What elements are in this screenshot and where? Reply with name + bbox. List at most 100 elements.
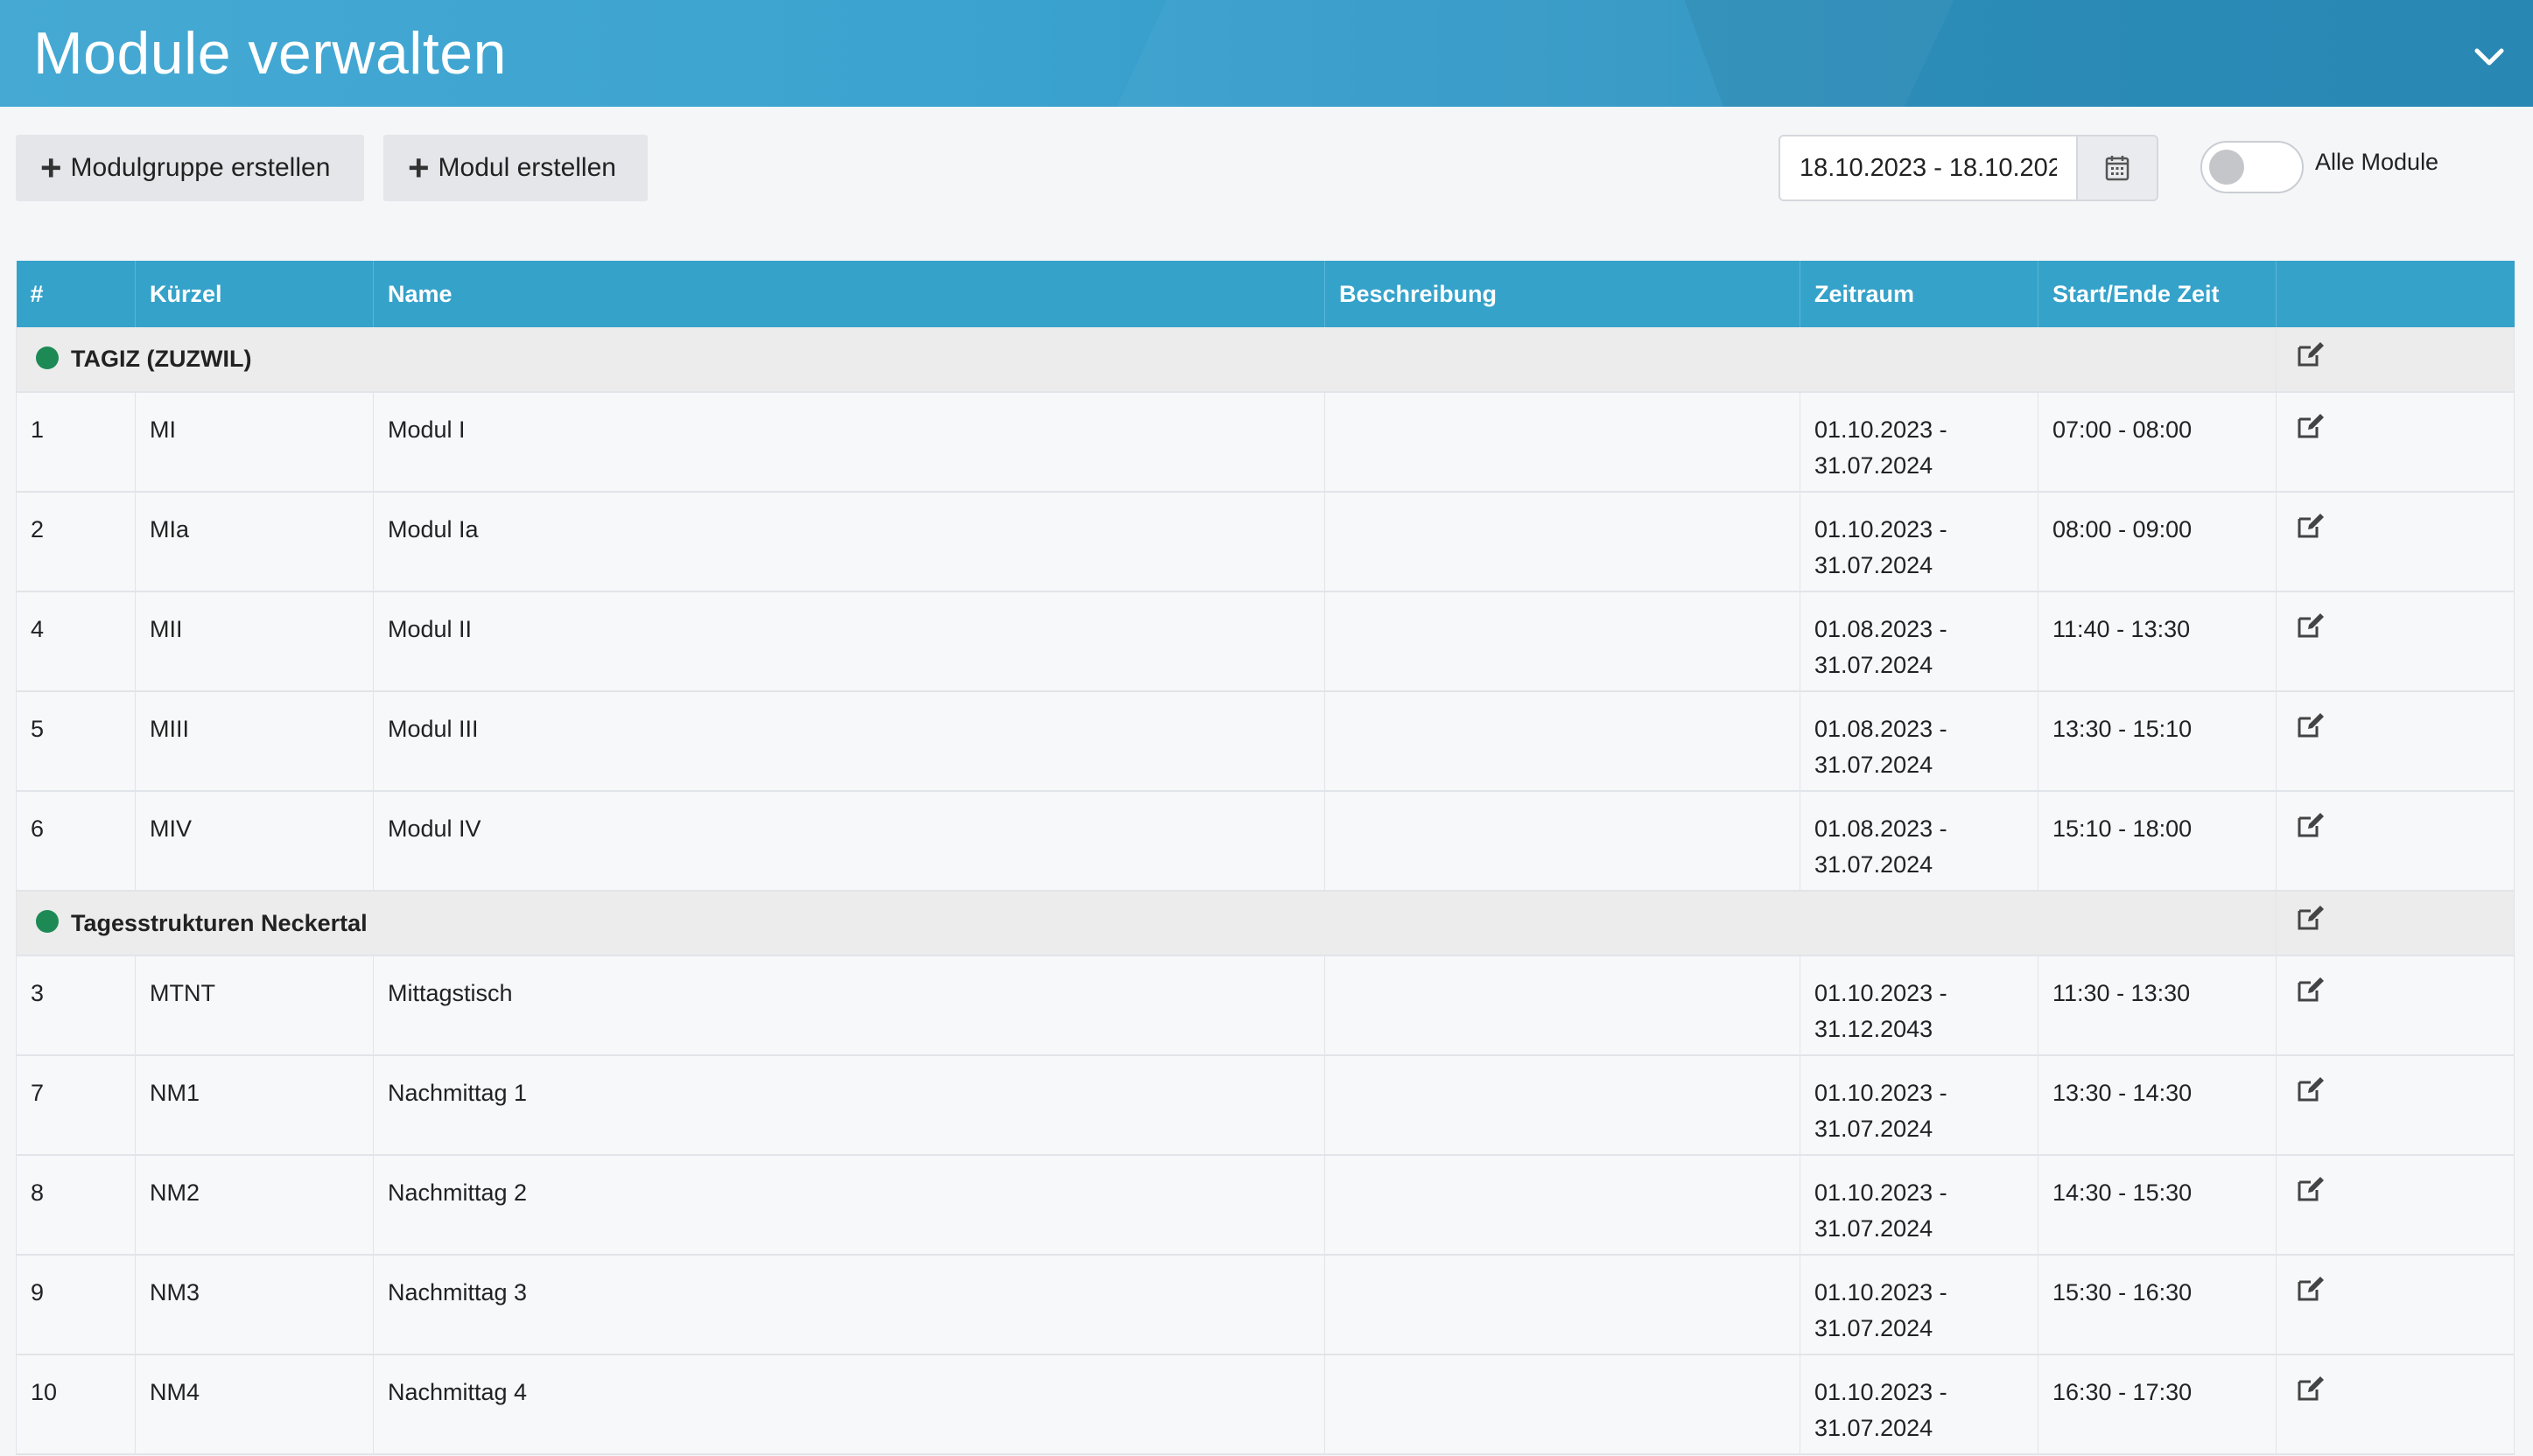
- header-decoration: [1671, 0, 2533, 107]
- table-row[interactable]: 4 MII Modul II 01.08.2023 - 31.07.2024 11:40 …: [16, 592, 2515, 692]
- group-row: TAGIZ (ZUZWIL): [16, 327, 2515, 393]
- period-from: 01.10.2023 -: [1814, 1279, 1947, 1306]
- create-module-button[interactable]: + Modul erstellen: [383, 135, 648, 201]
- create-module-group-label: Modulgruppe erstellen: [70, 153, 331, 182]
- cell-code: NM4: [135, 1354, 374, 1455]
- cell-name: Mittagstisch: [373, 956, 1325, 1056]
- status-dot: [36, 910, 59, 934]
- period-from: 01.10.2023 -: [1814, 980, 1947, 1006]
- table-row[interactable]: 6 MIV Modul IV 01.08.2023 - 31.07.2024 15:10 …: [16, 791, 2515, 892]
- cell-period: 01.10.2023 - 31.07.2024: [1800, 392, 2038, 493]
- period-from: 01.10.2023 -: [1814, 1180, 1947, 1206]
- period-to: 31.07.2024: [1814, 752, 1933, 778]
- cell-name: Modul III: [373, 691, 1325, 792]
- cell-period: 01.10.2023 - 31.07.2024: [1800, 1055, 2038, 1156]
- cell-description: [1324, 392, 1800, 493]
- cell-period: 01.08.2023 - 31.07.2024: [1800, 691, 2038, 792]
- cell-name: Nachmittag 2: [373, 1155, 1325, 1256]
- edit-icon[interactable]: [2296, 711, 2327, 739]
- cell-number: 9: [16, 1255, 136, 1355]
- column-header-name[interactable]: Name: [373, 261, 1325, 327]
- edit-icon[interactable]: [2296, 512, 2327, 540]
- cell-time: 15:30 - 16:30: [2038, 1255, 2277, 1355]
- period-from: 01.08.2023 -: [1814, 616, 1947, 642]
- cell-number: 3: [16, 956, 136, 1056]
- row-actions-cell: [2276, 392, 2515, 493]
- cell-description: [1324, 691, 1800, 792]
- table-row[interactable]: 8 NM2 Nachmittag 2 01.10.2023 - 31.07.2024 14…: [16, 1155, 2515, 1256]
- edit-icon[interactable]: [2296, 1275, 2327, 1303]
- period-to: 31.07.2024: [1814, 552, 1933, 578]
- cell-number: 2: [16, 492, 136, 592]
- cell-time: 07:00 - 08:00: [2038, 392, 2277, 493]
- edit-icon[interactable]: [2296, 811, 2327, 839]
- table-row[interactable]: 7 NM1 Nachmittag 1 01.10.2023 - 31.07.2024 13…: [16, 1055, 2515, 1156]
- row-actions-cell: [2276, 1354, 2515, 1455]
- column-header-code[interactable]: Kürzel: [135, 261, 374, 327]
- cell-name: Modul Ia: [373, 492, 1325, 592]
- cell-code: MIII: [135, 691, 374, 792]
- table-row[interactable]: 2 MIa Modul Ia 01.10.2023 - 31.07.2024 08:00 …: [16, 492, 2515, 592]
- edit-icon[interactable]: [2296, 340, 2327, 368]
- date-range-picker: [1779, 135, 2158, 201]
- column-header-period[interactable]: Zeitraum: [1800, 261, 2038, 327]
- period-to: 31.07.2024: [1814, 452, 1933, 479]
- edit-icon[interactable]: [2296, 1175, 2327, 1203]
- date-range-input[interactable]: [1780, 136, 2076, 200]
- cell-number: 1: [16, 392, 136, 493]
- status-dot: [36, 346, 59, 369]
- all-modules-toggle[interactable]: [2200, 141, 2304, 193]
- cell-period: 01.10.2023 - 31.07.2024: [1800, 1155, 2038, 1256]
- cell-name: Modul II: [373, 592, 1325, 692]
- cell-description: [1324, 592, 1800, 692]
- cell-time: 13:30 - 15:10: [2038, 691, 2277, 792]
- table-body: TAGIZ (ZUZWIL) 1 MI Modul I 01.10.2023 - 31.0…: [16, 327, 2515, 1455]
- period-to: 31.07.2024: [1814, 652, 1933, 678]
- create-module-group-button[interactable]: + Modulgruppe erstellen: [16, 135, 364, 201]
- period-from: 01.10.2023 -: [1814, 1379, 1947, 1405]
- table-row[interactable]: 3 MTNT Mittagstisch 01.10.2023 - 31.12.2043 1…: [16, 956, 2515, 1056]
- all-modules-label: Alle Module: [2315, 149, 2439, 175]
- cell-code: MI: [135, 392, 374, 493]
- edit-icon[interactable]: [2296, 904, 2327, 932]
- cell-time: 08:00 - 09:00: [2038, 492, 2277, 592]
- row-actions-cell: [2276, 1155, 2515, 1256]
- group-row: Tagesstrukturen Neckertal: [16, 891, 2515, 956]
- calendar-icon: [2105, 156, 2130, 181]
- group-name: TAGIZ (ZUZWIL): [71, 346, 252, 372]
- table-row[interactable]: 5 MIII Modul III 01.08.2023 - 31.07.2024 13:3…: [16, 691, 2515, 792]
- cell-name: Nachmittag 1: [373, 1055, 1325, 1156]
- row-actions-cell: [2276, 691, 2515, 792]
- cell-number: 4: [16, 592, 136, 692]
- period-from: 01.10.2023 -: [1814, 516, 1947, 542]
- column-header-description[interactable]: Beschreibung: [1324, 261, 1800, 327]
- row-actions-cell: [2276, 492, 2515, 592]
- plus-icon: +: [40, 147, 62, 188]
- group-cell: TAGIZ (ZUZWIL): [16, 327, 2277, 393]
- cell-time: 11:40 - 13:30: [2038, 592, 2277, 692]
- chevron-down-icon[interactable]: [2470, 40, 2508, 72]
- edit-icon[interactable]: [2296, 1375, 2327, 1403]
- table-row[interactable]: 1 MI Modul I 01.10.2023 - 31.07.2024 07:00 - …: [16, 392, 2515, 493]
- plus-icon: +: [408, 147, 430, 188]
- table-header-row: # Kürzel Name Beschreibung Zeitraum Star…: [16, 261, 2515, 327]
- edit-icon[interactable]: [2296, 612, 2327, 640]
- edit-icon[interactable]: [2296, 976, 2327, 1004]
- column-header-number[interactable]: #: [16, 261, 136, 327]
- column-header-time[interactable]: Start/Ende Zeit: [2038, 261, 2277, 327]
- period-to: 31.07.2024: [1814, 1215, 1933, 1242]
- cell-time: 16:30 - 17:30: [2038, 1354, 2277, 1455]
- column-header-actions: [2276, 261, 2515, 327]
- cell-time: 14:30 - 15:30: [2038, 1155, 2277, 1256]
- table-row[interactable]: 10 NM4 Nachmittag 4 01.10.2023 - 31.07.2024 1…: [16, 1354, 2515, 1455]
- modules-table: # Kürzel Name Beschreibung Zeitraum Star…: [16, 261, 2515, 1455]
- edit-icon[interactable]: [2296, 1075, 2327, 1103]
- table-row[interactable]: 9 NM3 Nachmittag 3 01.10.2023 - 31.07.2024 15…: [16, 1255, 2515, 1355]
- period-to: 31.07.2024: [1814, 1315, 1933, 1341]
- cell-description: [1324, 1055, 1800, 1156]
- cell-number: 8: [16, 1155, 136, 1256]
- cell-time: 15:10 - 18:00: [2038, 791, 2277, 892]
- edit-icon[interactable]: [2296, 412, 2327, 440]
- calendar-button[interactable]: [2076, 136, 2157, 200]
- toggle-knob: [2209, 150, 2244, 185]
